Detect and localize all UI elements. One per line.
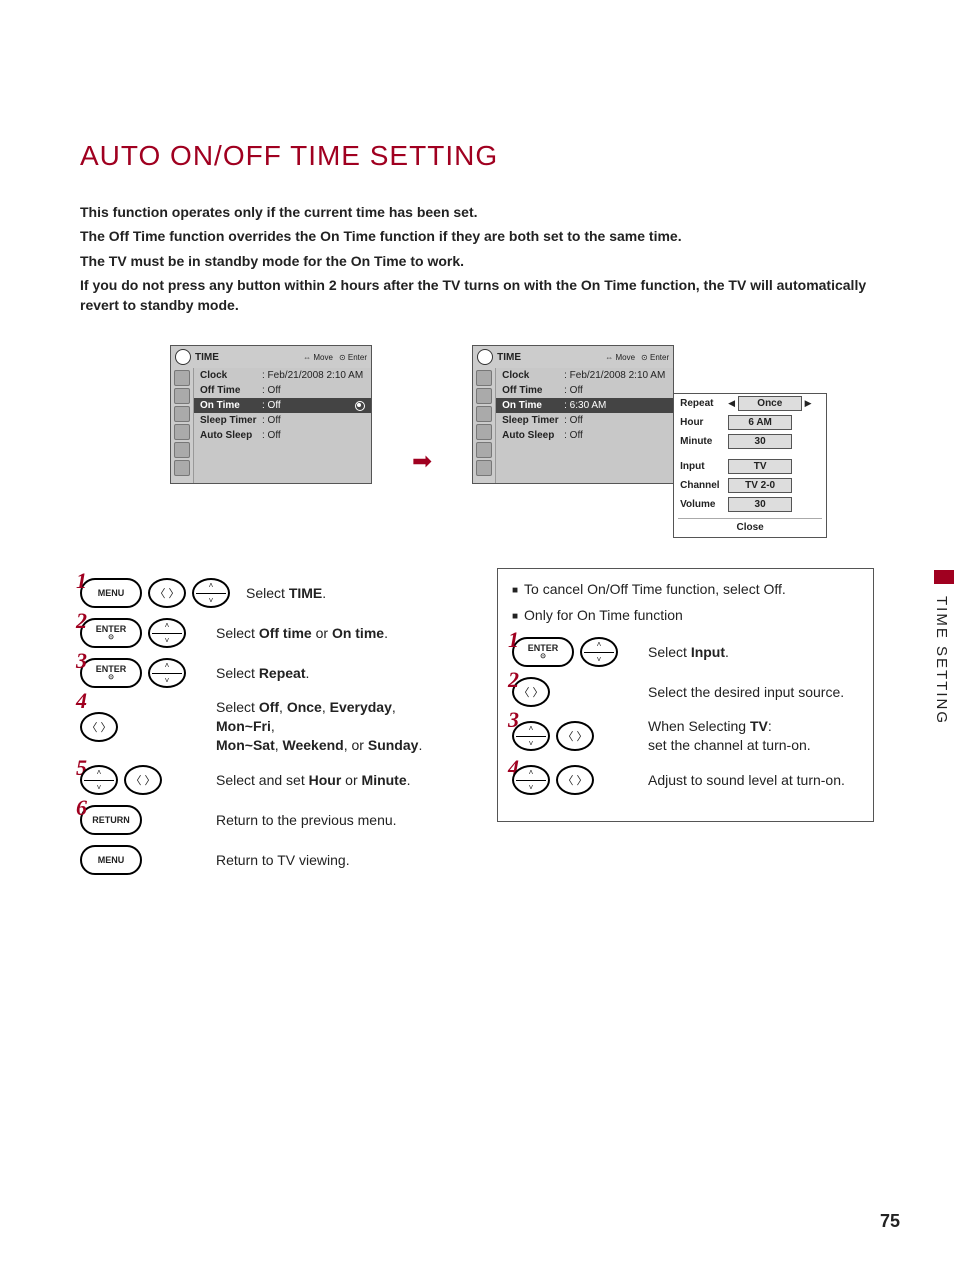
step-5-text: Select and set Hour or Minute. [216, 771, 411, 790]
selected-row-on-time[interactable]: On Time: 6:30 AM [496, 398, 673, 413]
up-down-icon: ˄˅ [80, 765, 118, 795]
left-right-icon: 〈 〉 [124, 765, 162, 795]
step-2-text: Select Off time or On time. [216, 624, 388, 643]
step-6-text: Return to the previous menu. [216, 811, 397, 830]
popup-minute[interactable]: 30 [728, 434, 792, 449]
arrow-icon: ➡ [412, 447, 432, 476]
menu-button[interactable]: MENU [80, 845, 142, 875]
step-number-r1: 1 [508, 627, 519, 653]
osd-panel-2: TIME ⇔ Move ⊙ Enter Clock: Feb/21/2008 2… [472, 345, 674, 484]
return-button[interactable]: RETURN [80, 805, 142, 835]
popup-input[interactable]: TV [728, 459, 792, 474]
bullet-cancel: To cancel On/Off Time function, select O… [512, 581, 859, 601]
left-right-icon: 〈 〉 [148, 578, 186, 608]
clock-icon [175, 349, 191, 365]
step-number-3: 3 [76, 648, 87, 674]
popup-close[interactable]: Close [678, 518, 822, 533]
enter-button[interactable]: ENTER⊙ [512, 637, 574, 667]
step-number-1: 1 [76, 568, 87, 594]
on-time-notes-box: To cancel On/Off Time function, select O… [497, 568, 874, 822]
sidebar-icons [171, 368, 194, 483]
panel-title: TIME [195, 352, 219, 363]
step-1-text: Select TIME. [246, 584, 326, 603]
panel-title: TIME [497, 352, 521, 363]
section-tab: TIME SETTING [929, 590, 954, 731]
step-number-2: 2 [76, 608, 87, 634]
bullet-only-on-time: Only for On Time function [512, 607, 859, 627]
intro-block: This function operates only if the curre… [80, 202, 874, 315]
right-step4-text: Adjust to sound level at turn-on. [648, 771, 845, 790]
popup-channel[interactable]: TV 2-0 [728, 478, 792, 493]
up-down-icon: ˄˅ [148, 618, 186, 648]
right-step3-text: When Selecting TV:set the channel at tur… [648, 717, 811, 755]
menu-button[interactable]: MENU [80, 578, 142, 608]
osd-panel-1: TIME ⇔ Move ⊙ Enter Clock: Feb/21/2008 2… [170, 345, 372, 484]
up-down-icon: ˄˅ [512, 765, 550, 795]
step-3-text: Select Repeat. [216, 664, 309, 683]
left-right-icon: 〈 〉 [556, 765, 594, 795]
intro-line2: The Off Time function overrides the On T… [80, 226, 874, 246]
popup-on-time-settings: Repeat◀ Once ▶ Hour6 AM Minute30 InputTV… [673, 393, 827, 538]
left-right-icon: 〈 〉 [556, 721, 594, 751]
intro-line1: This function operates only if the curre… [80, 202, 874, 222]
sidebar-icons [473, 368, 496, 483]
up-down-icon: ˄˅ [512, 721, 550, 751]
selected-row-on-time[interactable]: On Time: Off [194, 398, 371, 413]
intro-line4: If you do not press any button within 2 … [80, 275, 874, 316]
up-down-icon: ˄˅ [580, 637, 618, 667]
up-down-icon: ˄˅ [148, 658, 186, 688]
page-number: 75 [880, 1211, 900, 1232]
popup-repeat[interactable]: Once [738, 396, 802, 411]
enter-button[interactable]: ENTER⊙ [80, 618, 142, 648]
step-7-text: Return to TV viewing. [216, 851, 350, 870]
up-down-icon: ˄˅ [192, 578, 230, 608]
right-step1-text: Select Input. [648, 643, 729, 662]
popup-hour[interactable]: 6 AM [728, 415, 792, 430]
popup-volume[interactable]: 30 [728, 497, 792, 512]
clock-icon [477, 349, 493, 365]
right-step2-text: Select the desired input source. [648, 683, 844, 702]
step-number-6: 6 [76, 795, 87, 821]
intro-line3: The TV must be in standby mode for the O… [80, 251, 874, 271]
page-title: AUTO ON/OFF TIME SETTING [80, 140, 874, 172]
enter-button[interactable]: ENTER⊙ [80, 658, 142, 688]
left-right-icon: 〈 〉 [80, 712, 118, 742]
step-number-r2: 2 [508, 667, 519, 693]
step-number-4: 4 [76, 688, 87, 714]
step-4-text: Select Off, Once, Everyday, Mon~Fri, Mon… [216, 698, 457, 755]
